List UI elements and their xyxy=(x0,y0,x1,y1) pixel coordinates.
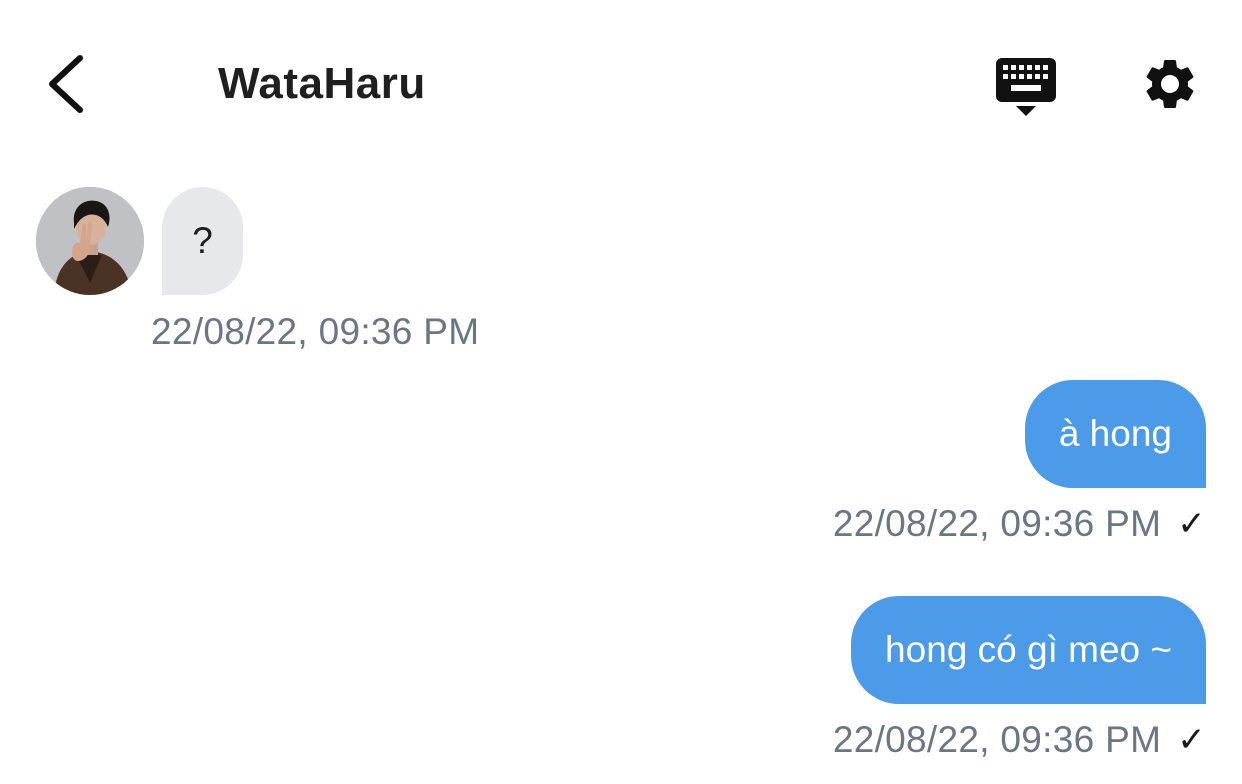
message-text: hong có gì meo ~ xyxy=(885,629,1172,670)
message-timestamp: 22/08/22, 09:36 PM xyxy=(832,719,1162,760)
keyboard-toggle-button[interactable] xyxy=(994,56,1058,118)
chat-screen: WataHaru ? 22/08/22, 09:36 PM à hong 22/… xyxy=(0,0,1242,784)
message-timestamp: 22/08/22, 09:36 PM xyxy=(151,311,480,352)
outgoing-message-bubble[interactable]: hong có gì meo ~ xyxy=(851,596,1206,704)
avatar-photo xyxy=(36,187,144,295)
back-button[interactable] xyxy=(40,52,92,116)
chat-title: WataHaru xyxy=(218,59,426,108)
settings-button[interactable] xyxy=(1140,54,1200,114)
sent-check-icon: ✓ xyxy=(1177,721,1206,759)
gear-icon xyxy=(1146,59,1194,108)
message-meta: 22/08/22, 09:36 PM ✓ xyxy=(833,502,1206,546)
sent-check-icon: ✓ xyxy=(1177,505,1206,543)
message-timestamp: 22/08/22, 09:36 PM xyxy=(832,503,1162,544)
incoming-message-bubble[interactable]: ? xyxy=(162,187,243,295)
message-text: à hong xyxy=(1058,413,1172,454)
chevron-left-icon xyxy=(49,55,83,113)
message-text: ? xyxy=(192,220,213,261)
keyboard-hide-icon xyxy=(996,58,1056,116)
contact-avatar[interactable] xyxy=(36,187,144,295)
message-meta: 22/08/22, 09:36 PM ✓ xyxy=(833,718,1206,762)
outgoing-message-bubble[interactable]: à hong xyxy=(1024,380,1206,488)
